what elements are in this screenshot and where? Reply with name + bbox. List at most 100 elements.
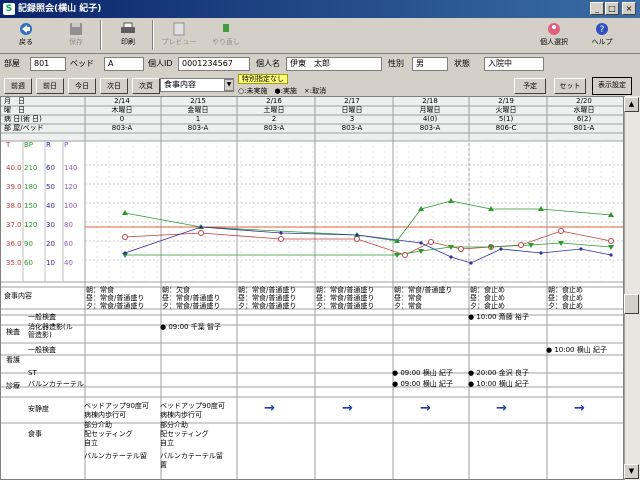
entry-rest-d0[interactable]: ベッドアップ90度可 病棟内歩行可 <box>84 402 149 420</box>
day-hday: 5(1) <box>498 115 514 123</box>
resp-point <box>123 251 127 255</box>
axis-tick: 40.0 <box>6 164 22 172</box>
temp-point <box>518 242 524 248</box>
continue-arrow-icon: → <box>264 401 275 416</box>
bp-high-point <box>448 198 454 203</box>
label-month-day: 月 日 <box>4 97 25 105</box>
resp-line <box>124 226 612 264</box>
prev-week-button[interactable]: 前週 <box>4 78 32 94</box>
display-settings-button[interactable]: 表示設定 <box>592 77 632 95</box>
axis-tick: 60 <box>46 164 55 172</box>
bp-low-point <box>394 253 400 258</box>
vertical-scrollbar[interactable] <box>624 96 640 480</box>
entry-balloon-d4[interactable]: ● 09:00 横山 紀子 <box>392 380 453 389</box>
entry-last-d1[interactable]: バルンカテーテル留 置 <box>160 452 223 470</box>
axis-tick: 40 <box>64 259 73 267</box>
axis-tick: 35.0 <box>6 259 22 267</box>
food-row-label: 食事 <box>28 430 42 438</box>
person-icon <box>548 23 560 35</box>
bp-high-line <box>124 200 612 242</box>
bp-low-line <box>125 242 612 256</box>
meal-cell[interactable]: 朝：常食/普通盛り 昼：常食 夕：常食 <box>394 286 452 310</box>
temp-point <box>402 252 408 258</box>
day-room: 801-A <box>573 124 595 132</box>
entry-general-d6[interactable]: ● 10:00 横山 紀子 <box>546 346 607 355</box>
meal-cell[interactable]: 朝：食止め 昼：食止め 夕：食止め <box>470 286 505 310</box>
close-button[interactable]: × <box>622 2 636 15</box>
entry-last-d0[interactable]: バルンカテーテル留 <box>84 452 147 461</box>
save-label: 保存 <box>69 38 83 46</box>
entry-food-d0[interactable]: 部分介助 配セッティング 自立 <box>84 421 133 448</box>
resp-point <box>469 261 473 265</box>
meal-row-label: 食事内容 <box>4 292 32 300</box>
axis-tick: 120 <box>64 183 78 191</box>
day-hday: 3 <box>349 115 355 123</box>
floppy-icon <box>70 23 82 35</box>
temp-point <box>354 236 360 242</box>
day-weekday: 木曜日 <box>111 106 133 114</box>
scroll-thumb[interactable] <box>624 294 639 314</box>
resp-point <box>539 251 543 255</box>
next-day-button[interactable]: 次日 <box>100 78 128 94</box>
meal-cell[interactable]: 朝：欠食 昼：常食/普通盛り 夕：常食/普通盛り <box>162 286 220 310</box>
room-label: 部屋 <box>4 59 20 68</box>
prev-day-button[interactable]: 前日 <box>36 78 64 94</box>
meal-cell[interactable]: 朝：常食/普通盛り 昼：常食/普通盛り 夕：常食/普通盛り <box>238 286 296 310</box>
redo-button[interactable]: やり直し <box>206 20 246 52</box>
help-button[interactable]: ? ヘルプ <box>584 20 620 52</box>
save-button[interactable]: 保存 <box>58 20 94 52</box>
axis-tick: 40 <box>46 202 55 210</box>
category-select[interactable]: 食事内容 <box>160 78 234 92</box>
meal-cell[interactable]: 朝：食止め 昼：食止め 夕：食止め <box>548 286 583 310</box>
today-button[interactable]: 今日 <box>68 78 96 94</box>
axis-tick: 39.0 <box>6 183 22 191</box>
bed-label: ベッド <box>70 59 94 68</box>
day-weekday: 金曜日 <box>187 106 209 114</box>
resp-point <box>449 255 453 259</box>
back-button[interactable]: 戻る <box>8 20 44 52</box>
axis-tick: 180 <box>24 183 38 191</box>
sex-field: 男 <box>412 57 448 71</box>
bp-high-point <box>122 210 128 215</box>
select-person-button[interactable]: 個人選択 <box>534 20 574 52</box>
meal-cell[interactable]: 朝：常食/普通盛り 昼：常食/普通盛り 夕：常食/普通盛り <box>316 286 374 310</box>
next-week-button[interactable]: 次頁 <box>132 78 160 94</box>
temp-point <box>458 246 464 252</box>
chevron-down-icon[interactable]: ▼ <box>224 79 234 91</box>
entry-rest-d1[interactable]: ベッドアップ90度可 病棟内歩行可 <box>160 402 225 420</box>
entry-exam-general-d5[interactable]: ● 10:00 斎藤 裕子 <box>468 313 529 322</box>
scroll-down-button[interactable]: ▼ <box>624 464 639 479</box>
day-date: 2/17 <box>344 97 360 105</box>
resp-point <box>419 241 423 245</box>
preview-button[interactable]: プレビュー <box>158 20 200 52</box>
set-button[interactable]: セット <box>554 78 586 94</box>
maximize-button[interactable]: □ <box>605 2 619 15</box>
status-field: 入院中 <box>484 57 544 71</box>
axis-tick: 30 <box>46 221 55 229</box>
print-button[interactable]: 印刷 <box>110 20 146 52</box>
resp-point <box>279 231 283 235</box>
st-label: ST <box>28 369 37 377</box>
nursing-row-label: 看護 <box>6 356 20 364</box>
day-weekday: 水曜日 <box>573 106 595 114</box>
label-hospital-day: 病 日(術 日) <box>4 115 42 123</box>
back-label: 戻る <box>19 38 33 46</box>
temp-point <box>558 228 564 234</box>
minimize-button[interactable]: _ <box>590 2 604 15</box>
exam-gi-label: 消化器造影(ル 管造影) <box>28 323 73 339</box>
entry-exam-gi-d1[interactable]: ● 09:00 千葉 智子 <box>160 323 221 332</box>
schedule-button[interactable]: 予定 <box>514 78 546 94</box>
scroll-up-button[interactable]: ▲ <box>624 97 639 112</box>
axis-tick: 150 <box>24 202 38 210</box>
meal-cell[interactable]: 朝：常食 昼：常食/普通盛り 夕：常食/普通盛り <box>86 286 144 310</box>
entry-st-d4[interactable]: ● 09:00 横山 紀子 <box>392 369 453 378</box>
axis-tick: 60 <box>64 240 73 248</box>
axis-header: BP <box>24 141 34 149</box>
entry-st-d5[interactable]: ● 20:00 金沢 良子 <box>468 369 529 378</box>
axis-tick: 140 <box>64 164 78 172</box>
continue-arrow-icon: → <box>420 401 431 416</box>
entry-balloon-d5[interactable]: ● 10:00 横山 紀子 <box>468 380 529 389</box>
axis-tick: 90 <box>24 240 33 248</box>
exam-general-label: 一般検査 <box>28 313 56 321</box>
entry-food-d1[interactable]: 部分介助 配セッティング 自立 <box>160 421 209 448</box>
